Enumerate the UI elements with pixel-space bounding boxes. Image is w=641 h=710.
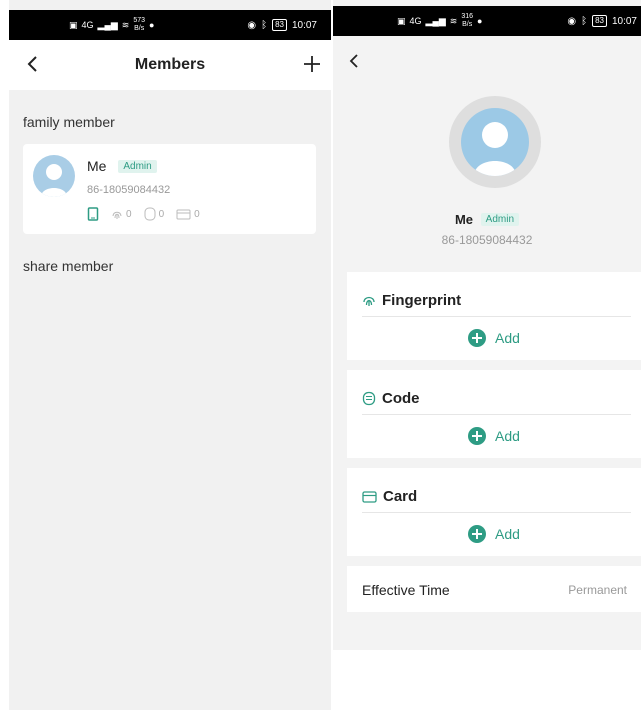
battery-icon: 83 xyxy=(592,15,607,27)
fingerprint-icon xyxy=(112,211,122,219)
eye-icon: ◉ xyxy=(247,19,257,31)
add-label: Add xyxy=(495,526,520,542)
card-count: 0 xyxy=(194,208,200,220)
wifi-icon: ≋ xyxy=(449,15,458,26)
profile-avatar xyxy=(449,96,541,188)
add-card-button[interactable]: Add xyxy=(347,525,641,543)
phone-credential xyxy=(87,207,99,221)
status-left: ▣ 4G ▂▄▆ ≋ 316 B/s ● xyxy=(397,13,482,29)
fingerprint-card-header: Fingerprint xyxy=(362,292,461,309)
member-detail-screen: ▣ 4G ▂▄▆ ≋ 316 B/s ● ◉ ᛒ 83 10:07 Me Adm… xyxy=(333,0,641,650)
fingerprint-card: Fingerprint Add xyxy=(347,272,641,360)
plus-circle-icon xyxy=(468,329,487,347)
net-speed-value: 316 xyxy=(461,13,473,20)
status-left: ▣ 4G ▂▄▆ ≋ 573 B/s ● xyxy=(69,17,154,33)
person-icon xyxy=(41,164,67,197)
hd-icon: ▣ xyxy=(69,19,78,30)
status-time: 10:07 xyxy=(611,15,637,27)
phone-icon xyxy=(87,207,99,221)
avatar xyxy=(33,155,75,197)
add-member-icon[interactable] xyxy=(301,53,323,75)
signal-icon: ▂▄▆ xyxy=(97,19,118,30)
code-icon xyxy=(362,391,376,406)
battery-icon: 83 xyxy=(272,19,287,31)
code-count: 0 xyxy=(158,208,165,220)
fingerprint-title: Fingerprint xyxy=(382,292,462,309)
divider xyxy=(362,316,631,317)
plus-circle-icon xyxy=(468,525,487,543)
fingerprint-icon xyxy=(363,296,375,306)
network-label: 4G xyxy=(409,16,422,26)
share-member-label: share member xyxy=(23,258,114,274)
status-right: ◉ ᛒ 83 10:07 xyxy=(567,15,637,27)
fingerprint-credential: 0 xyxy=(111,208,132,221)
admin-badge: Admin xyxy=(118,160,157,173)
family-member-label: family member xyxy=(23,114,115,130)
person-icon xyxy=(474,122,516,176)
status-bar: ▣ 4G ▂▄▆ ≋ 316 B/s ● ◉ ᛒ 83 10:07 xyxy=(333,6,641,36)
divider xyxy=(362,414,631,415)
card-credential: 0 xyxy=(176,209,200,220)
member-name-row: Me Admin xyxy=(87,158,157,174)
code-card: Code Add xyxy=(347,370,641,458)
code-icon xyxy=(144,207,156,221)
card-icon xyxy=(176,209,191,219)
status-bar: ▣ 4G ▂▄▆ ≋ 573 B/s ● ◉ ᛒ 83 10:07 xyxy=(9,10,331,40)
wechat-icon: ● xyxy=(149,20,155,30)
eye-icon: ◉ xyxy=(567,15,577,27)
add-code-button[interactable]: Add xyxy=(347,427,641,445)
add-label: Add xyxy=(495,428,520,444)
net-speed-unit: B/s xyxy=(134,25,145,32)
member-card[interactable]: Me Admin 86-18059084432 0 0 0 xyxy=(23,144,316,234)
network-label: 4G xyxy=(81,20,94,30)
card-card-header: Card xyxy=(362,488,417,505)
wifi-icon: ≋ xyxy=(121,19,130,30)
members-screen: ▣ 4G ▂▄▆ ≋ 573 B/s ● ◉ ᛒ 83 10:07 Member… xyxy=(9,0,331,710)
member-phone: 86-18059084432 xyxy=(87,184,171,196)
net-speed-value: 573 xyxy=(133,17,145,24)
net-speed: 316 B/s xyxy=(461,13,473,29)
net-speed-unit: B/s xyxy=(462,21,473,28)
member-name: Me xyxy=(87,158,107,174)
divider xyxy=(362,512,631,513)
effective-time-value: Permanent xyxy=(568,583,627,597)
card-title: Card xyxy=(383,488,418,505)
card-card: Card Add xyxy=(347,468,641,556)
nav-bar: Members xyxy=(9,40,331,90)
plus-circle-icon xyxy=(468,427,487,445)
status-right: ◉ ᛒ 83 10:07 xyxy=(247,19,317,31)
add-label: Add xyxy=(495,330,520,346)
back-icon[interactable] xyxy=(345,52,363,70)
profile-name-row: Me Admin xyxy=(333,212,641,227)
page-title: Members xyxy=(134,56,206,73)
admin-badge: Admin xyxy=(480,213,520,226)
bluetooth-icon: ᛒ xyxy=(581,15,588,27)
net-speed: 573 B/s xyxy=(133,17,145,33)
status-time: 10:07 xyxy=(291,19,317,31)
wechat-icon: ● xyxy=(477,16,483,26)
add-fingerprint-button[interactable]: Add xyxy=(347,329,641,347)
profile-name: Me xyxy=(454,212,474,227)
profile-phone: 86-18059084432 xyxy=(441,233,533,247)
avatar-circle xyxy=(461,108,529,176)
fingerprint-count: 0 xyxy=(126,208,132,220)
code-credential: 0 xyxy=(144,207,165,221)
hd-icon: ▣ xyxy=(397,15,406,26)
effective-time-label: Effective Time xyxy=(362,582,450,598)
bluetooth-icon: ᛒ xyxy=(261,19,268,31)
signal-icon: ▂▄▆ xyxy=(425,15,446,26)
effective-time-row[interactable]: Effective Time Permanent xyxy=(347,566,641,612)
code-title: Code xyxy=(382,390,420,407)
member-credential-icons: 0 0 0 xyxy=(87,207,212,221)
card-icon xyxy=(362,490,377,503)
code-card-header: Code xyxy=(362,390,420,407)
